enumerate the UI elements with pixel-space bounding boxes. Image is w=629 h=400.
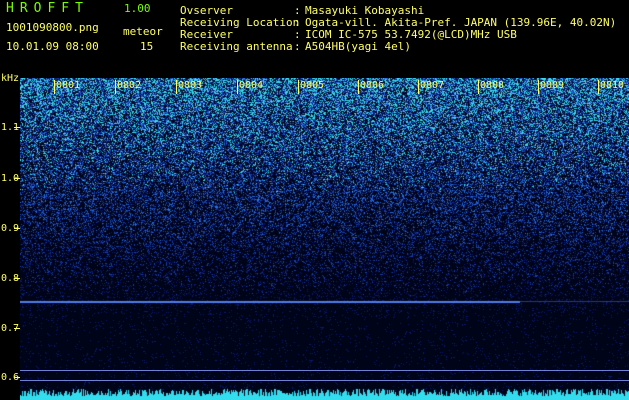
x-tick-mark (54, 80, 55, 94)
x-tick-label: 0808 (480, 80, 505, 91)
x-tick-label: 0810 (600, 80, 625, 91)
x-tick-mark (478, 80, 479, 94)
x-tick-label: 0801 (56, 80, 81, 91)
x-tick-label: 0809 (540, 80, 565, 91)
reference-line-upper (20, 370, 629, 371)
app-version: 1.00 (124, 2, 151, 15)
x-tick-mark (358, 80, 359, 94)
meteor-label: meteor (123, 25, 163, 38)
x-tick-label: 0802 (117, 80, 142, 91)
reference-line-lower (20, 380, 629, 381)
timestamp: 10.01.09 08:00 (6, 40, 99, 53)
spectrogram-canvas (20, 78, 629, 400)
y-tick-label: 0.6 (1, 372, 20, 383)
antenna-colon: : (294, 40, 301, 53)
file-name: 1001090800.png (6, 21, 99, 34)
y-tick-label: 1.0 (1, 173, 20, 184)
x-tick-label: 0806 (360, 80, 385, 91)
x-tick-label: 0807 (420, 80, 445, 91)
x-tick-label: 0804 (239, 80, 264, 91)
y-axis-unit: kHz (1, 73, 20, 84)
x-tick-mark (538, 80, 539, 94)
antenna-label: Receiving antenna (180, 40, 293, 53)
x-tick-mark (298, 80, 299, 94)
app-title: HROFFT (6, 1, 89, 16)
y-tick-mark (14, 228, 20, 229)
x-tick-mark (115, 80, 116, 94)
y-tick-mark (14, 328, 20, 329)
x-tick-mark (237, 80, 238, 94)
y-tick-mark (14, 278, 20, 279)
y-tick-mark (14, 178, 20, 179)
y-tick-label: 0.8 (1, 273, 20, 284)
x-tick-label: 0805 (300, 80, 325, 91)
x-tick-mark (418, 80, 419, 94)
y-tick-label: 0.7 (1, 323, 20, 334)
meteor-count: 15 (140, 40, 154, 53)
antenna-value: A504HB(yagi 4el) (305, 40, 411, 53)
y-tick-mark (14, 127, 20, 128)
y-tick-label: 0.9 (1, 223, 20, 234)
y-tick-mark (14, 377, 20, 378)
x-tick-label: 0803 (178, 80, 203, 91)
x-tick-mark (176, 80, 177, 94)
y-tick-label: 1.1 (1, 122, 20, 133)
x-tick-mark (598, 80, 599, 94)
